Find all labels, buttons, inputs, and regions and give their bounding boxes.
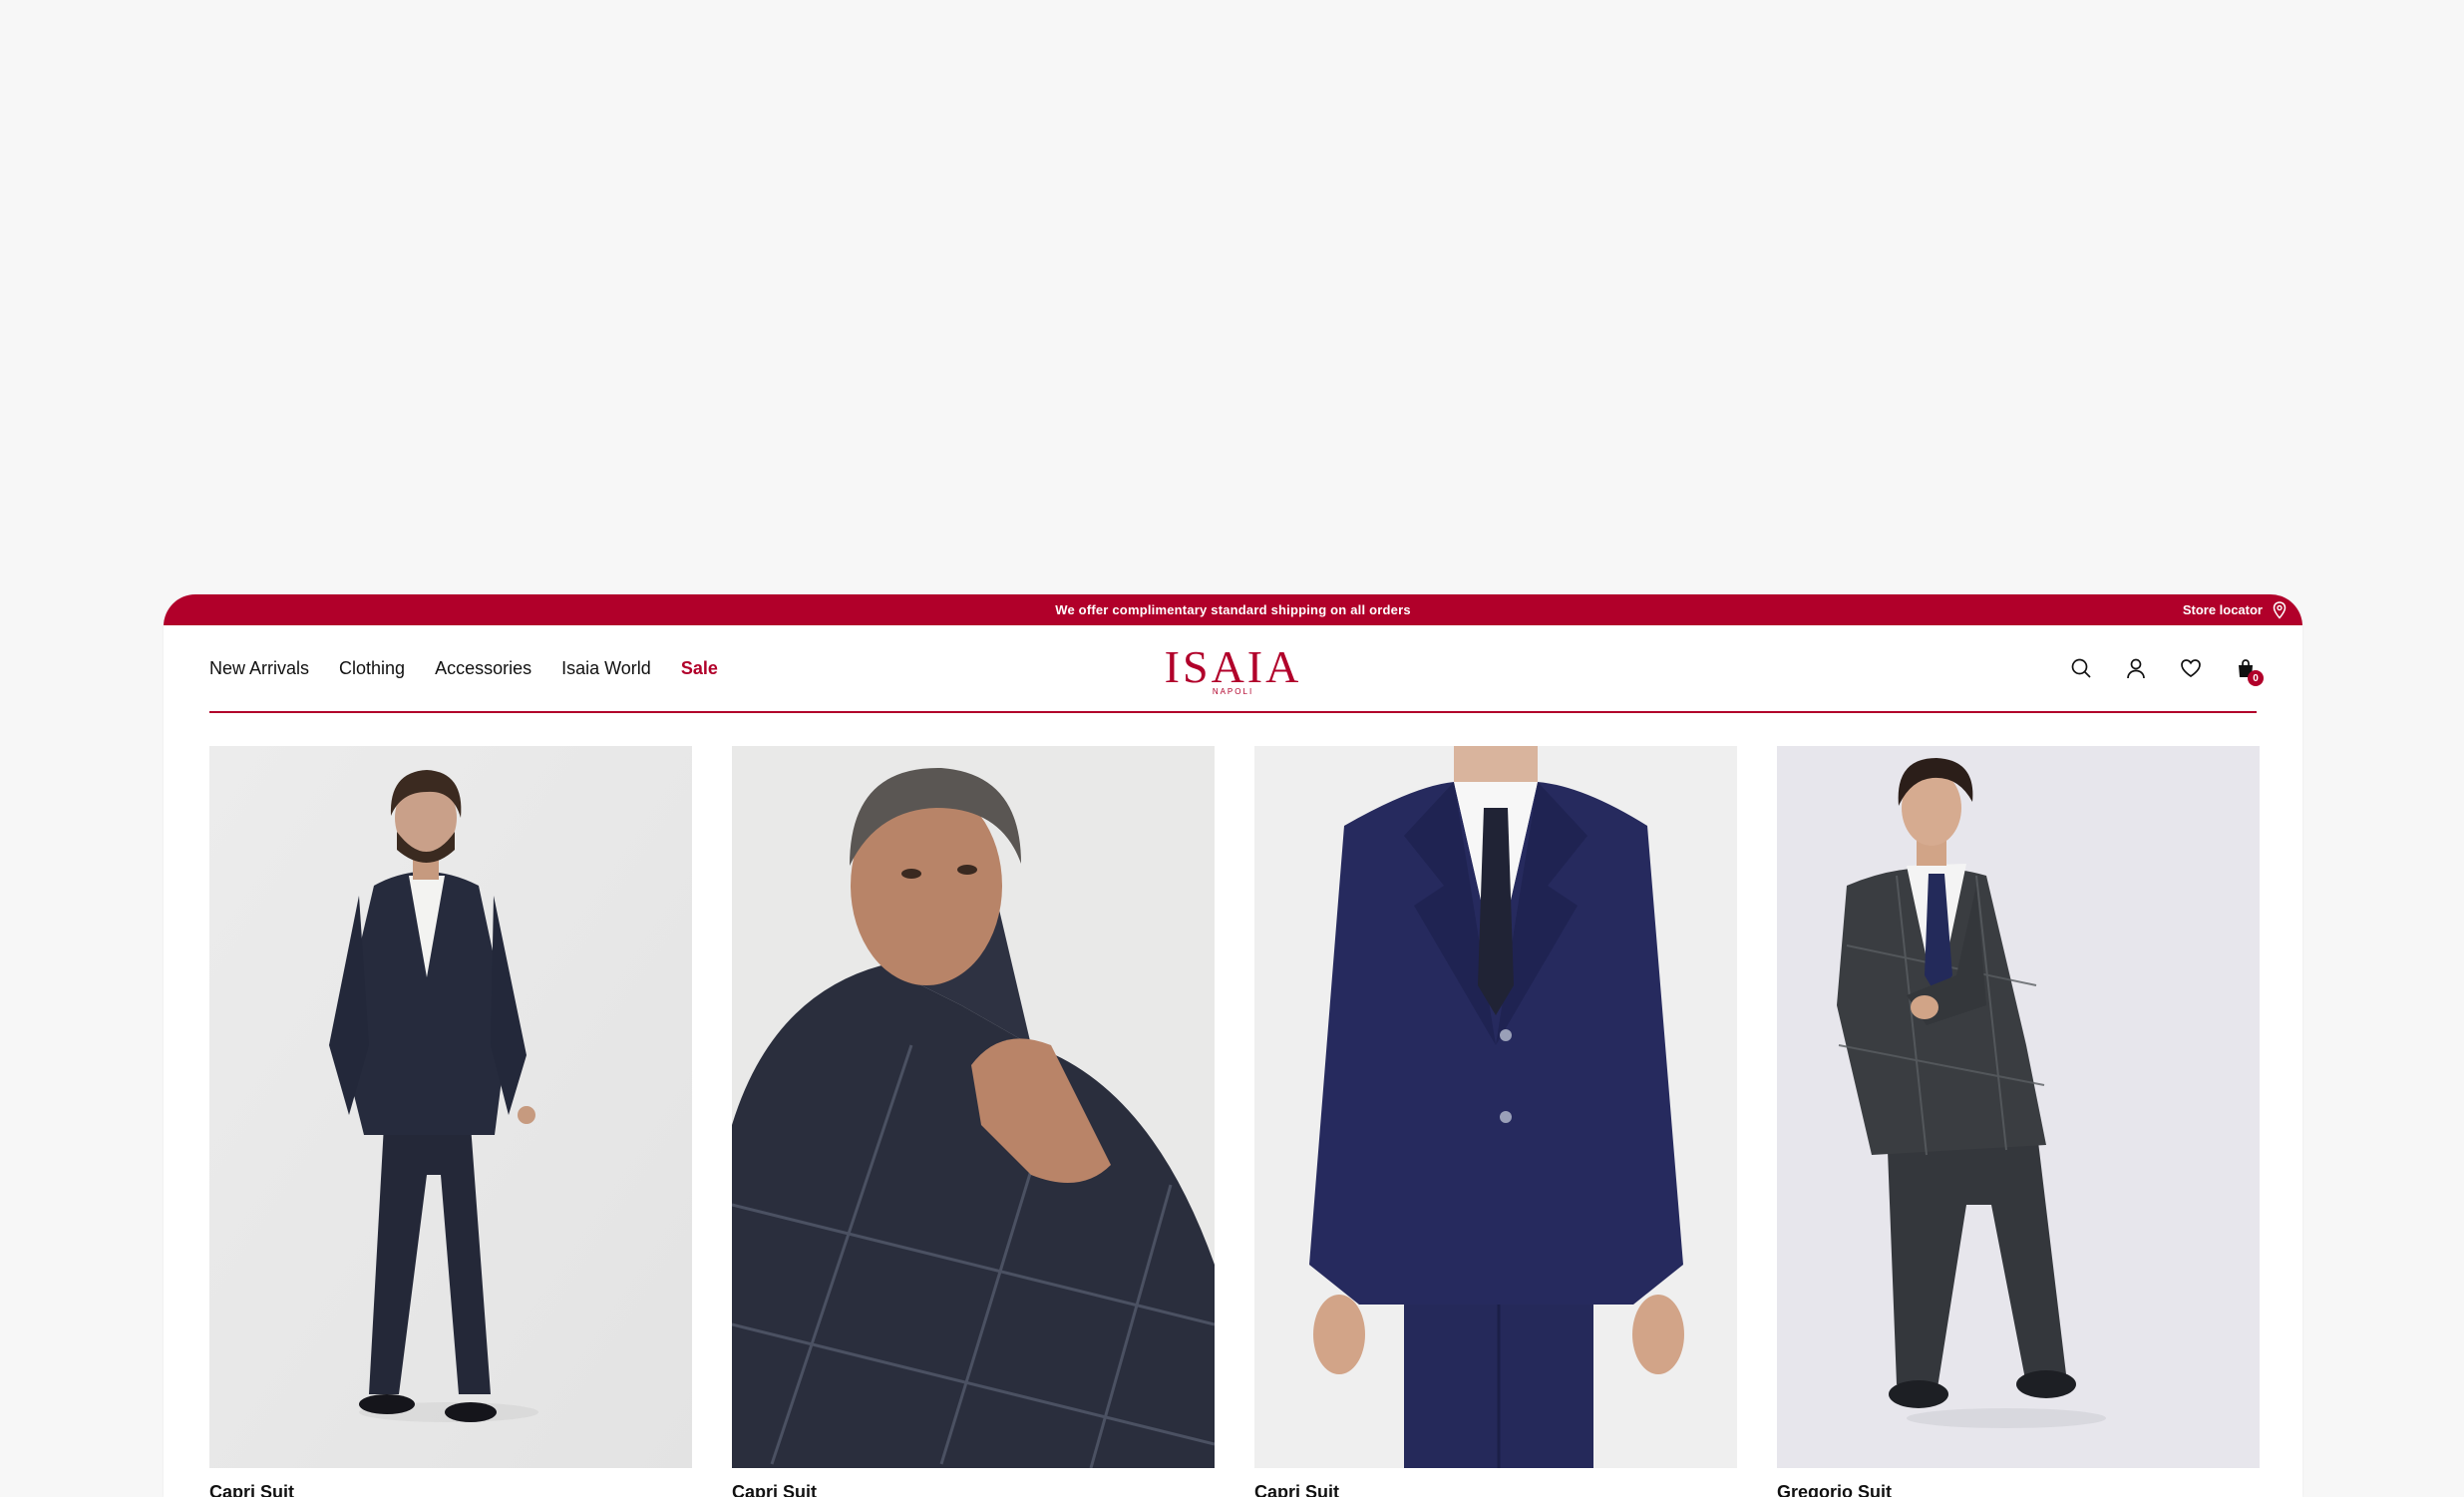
product-card[interactable]: Capri Suit bbox=[209, 746, 692, 1497]
nav-clothing[interactable]: Clothing bbox=[339, 658, 405, 679]
product-card[interactable]: Capri Suit bbox=[1254, 746, 1737, 1497]
product-card[interactable]: Gregorio Suit bbox=[1777, 746, 2260, 1497]
store-locator-label: Store locator bbox=[2182, 602, 2263, 617]
nav-sale[interactable]: Sale bbox=[681, 658, 718, 679]
brand-logo[interactable]: ISAIA NAPOLI bbox=[1164, 641, 1302, 697]
product-grid: Capri Suit Capri Suit Capri Suit Gregori… bbox=[209, 746, 2260, 1497]
site-header: New Arrivals Clothing Accessories Isaia … bbox=[209, 625, 2264, 713]
nav-accessories[interactable]: Accessories bbox=[435, 658, 531, 679]
search-icon bbox=[2071, 658, 2091, 678]
nav-new-arrivals[interactable]: New Arrivals bbox=[209, 658, 309, 679]
product-card[interactable]: Capri Suit bbox=[732, 746, 1215, 1497]
product-image[interactable] bbox=[1777, 746, 2260, 1468]
product-image[interactable] bbox=[1254, 746, 1737, 1468]
cart-button[interactable]: 0 bbox=[2235, 657, 2264, 686]
heart-icon bbox=[2181, 659, 2201, 677]
product-name[interactable]: Capri Suit bbox=[732, 1482, 1215, 1497]
main-nav: New Arrivals Clothing Accessories Isaia … bbox=[209, 625, 718, 711]
product-name[interactable]: Capri Suit bbox=[1254, 1482, 1737, 1497]
user-icon bbox=[2127, 658, 2145, 679]
browser-window: We offer complimentary standard shipping… bbox=[164, 594, 2302, 1497]
cart-count-badge: 0 bbox=[2248, 670, 2264, 686]
nav-isaia-world[interactable]: Isaia World bbox=[561, 658, 651, 679]
promo-bar: We offer complimentary standard shipping… bbox=[164, 594, 2302, 625]
location-pin-icon bbox=[2273, 600, 2287, 619]
search-button[interactable] bbox=[2070, 657, 2092, 679]
product-image[interactable] bbox=[732, 746, 1215, 1468]
account-button[interactable] bbox=[2125, 657, 2147, 679]
product-image[interactable] bbox=[209, 746, 692, 1468]
wishlist-button[interactable] bbox=[2180, 657, 2202, 679]
product-name[interactable]: Gregorio Suit bbox=[1777, 1482, 2260, 1497]
header-actions: 0 bbox=[2070, 625, 2264, 711]
product-name[interactable]: Capri Suit bbox=[209, 1482, 692, 1497]
store-locator-link[interactable]: Store locator bbox=[2183, 594, 2287, 625]
logo-wordmark: ISAIA bbox=[1164, 641, 1302, 692]
promo-message: We offer complimentary standard shipping… bbox=[1055, 602, 1411, 617]
